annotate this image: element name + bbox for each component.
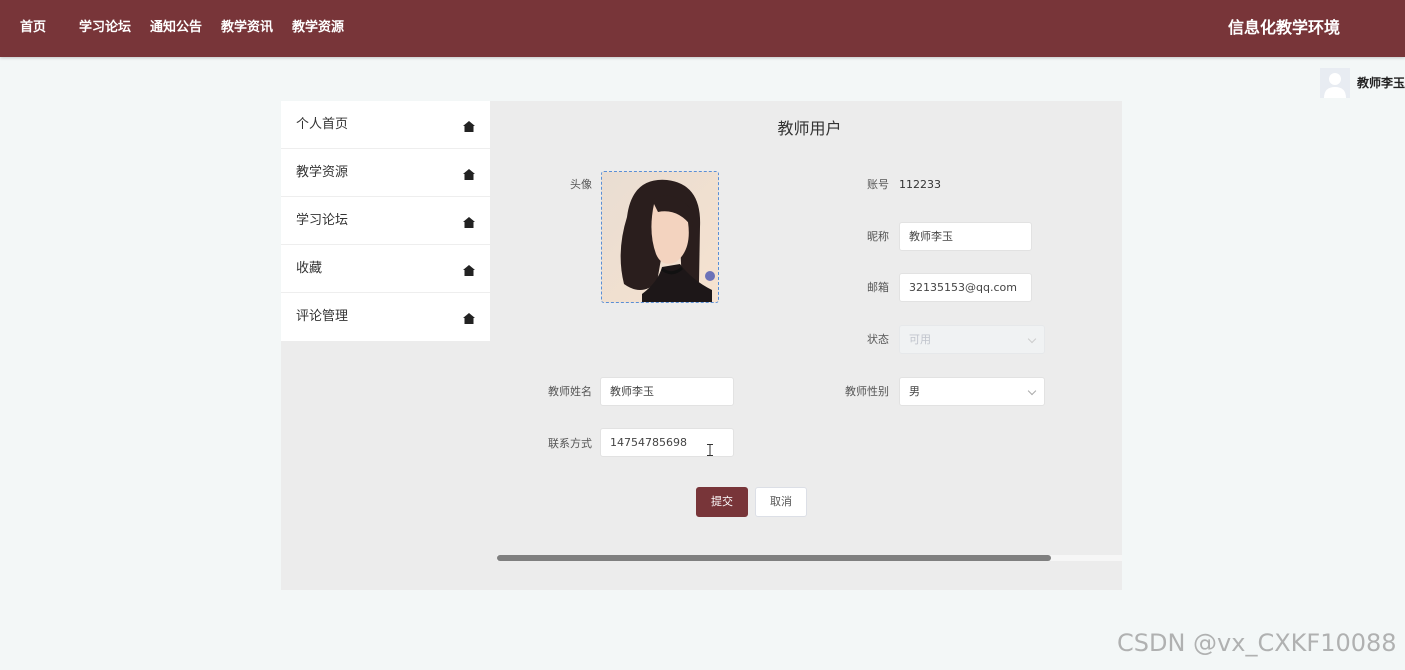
side-item-comment-management[interactable]: 评论管理 bbox=[281, 293, 490, 341]
home-icon bbox=[463, 313, 475, 324]
contact-label: 联系方式 bbox=[548, 437, 592, 450]
site-title: 信息化教学环境 bbox=[1228, 18, 1341, 37]
avatar-label: 头像 bbox=[570, 178, 592, 191]
account-label: 账号 bbox=[867, 178, 889, 191]
nickname-label: 昵称 bbox=[867, 230, 889, 243]
side-item-label: 个人首页 bbox=[296, 117, 349, 132]
cancel-button[interactable]: 取消 bbox=[755, 487, 807, 517]
account-value: 112233 bbox=[899, 178, 941, 191]
gender-select[interactable]: 男 bbox=[899, 377, 1045, 406]
teacher-name-input[interactable]: 教师李玉 bbox=[600, 377, 734, 406]
horizontal-scrollbar-thumb[interactable] bbox=[497, 555, 1051, 561]
side-item-teaching-resources[interactable]: 教学资源 bbox=[281, 149, 490, 197]
nav-item-forum[interactable]: 学习论坛 bbox=[79, 19, 131, 37]
home-icon bbox=[463, 265, 475, 276]
avatar-image bbox=[602, 172, 718, 302]
user-avatar-icon bbox=[1320, 68, 1350, 98]
home-icon bbox=[463, 121, 475, 132]
status-value: 可用 bbox=[909, 333, 931, 346]
gender-value: 男 bbox=[909, 385, 920, 398]
nickname-input[interactable]: 教师李玉 bbox=[899, 222, 1032, 251]
user-name: 教师李玉 bbox=[1357, 76, 1405, 90]
chevron-down-icon bbox=[1027, 334, 1037, 344]
home-icon bbox=[463, 217, 475, 228]
user-menu[interactable]: 教师李玉 bbox=[1320, 68, 1405, 98]
submit-button[interactable]: 提交 bbox=[696, 487, 748, 517]
side-item-study-forum[interactable]: 学习论坛 bbox=[281, 197, 490, 245]
watermark: CSDN @vx_CXKF10088 bbox=[1117, 629, 1397, 657]
email-input[interactable]: 32135153@qq.com bbox=[899, 273, 1032, 302]
chevron-down-icon bbox=[1027, 386, 1037, 396]
nav-item-resources[interactable]: 教学资源 bbox=[292, 19, 344, 37]
gender-label: 教师性别 bbox=[845, 385, 889, 398]
top-nav-bar: 首页 学习论坛 通知公告 教学资讯 教学资源 信息化教学环境 bbox=[0, 0, 1405, 57]
side-item-label: 收藏 bbox=[296, 261, 323, 276]
side-menu: 个人首页 教学资源 学习论坛 收藏 评论管理 bbox=[281, 101, 490, 341]
status-label: 状态 bbox=[867, 333, 889, 346]
side-item-personal-home[interactable]: 个人首页 bbox=[281, 101, 490, 149]
side-item-favorites[interactable]: 收藏 bbox=[281, 245, 490, 293]
email-label: 邮箱 bbox=[867, 281, 889, 294]
side-item-label: 学习论坛 bbox=[296, 213, 349, 228]
nav-item-news[interactable]: 教学资讯 bbox=[221, 19, 273, 37]
avatar-upload[interactable] bbox=[601, 171, 719, 303]
teacher-name-label: 教师姓名 bbox=[548, 385, 592, 398]
nav-item-home[interactable]: 首页 bbox=[20, 19, 46, 37]
side-item-label: 评论管理 bbox=[296, 309, 349, 324]
form-title: 教师用户 bbox=[777, 119, 842, 138]
text-cursor-icon bbox=[707, 444, 713, 456]
home-icon bbox=[463, 169, 475, 180]
side-item-label: 教学资源 bbox=[296, 165, 349, 180]
status-select: 可用 bbox=[899, 325, 1045, 354]
nav-item-notices[interactable]: 通知公告 bbox=[150, 19, 202, 37]
